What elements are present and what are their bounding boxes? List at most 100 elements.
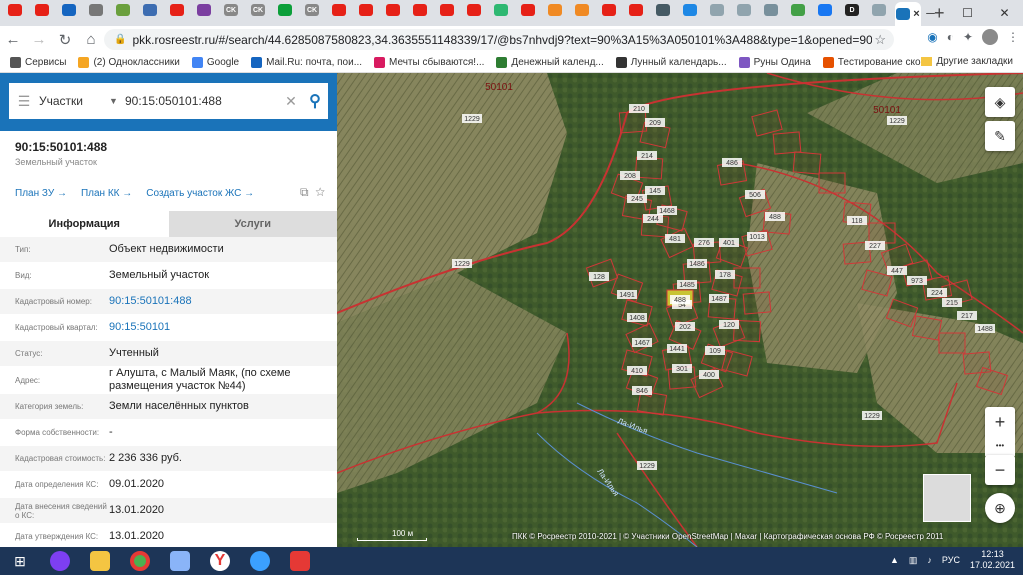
app-icon-yandex[interactable]: Y [200, 547, 240, 575]
parcel-outline[interactable] [792, 151, 822, 175]
menu-icon[interactable]: ⋮ [1007, 30, 1019, 44]
browser-tab[interactable] [355, 0, 377, 20]
extension-icon[interactable]: ◉ [927, 30, 937, 44]
plan-kk-link[interactable]: План КК → [81, 188, 132, 199]
bookmark-item[interactable]: Мечты сбываются!... [374, 57, 484, 68]
bookmark-item[interactable]: Mail.Ru: почта, пои... [251, 57, 362, 68]
app-icon-alice[interactable] [40, 547, 80, 575]
browser-tab[interactable] [706, 0, 728, 20]
app-icon-acrobat[interactable] [280, 547, 320, 575]
volume-icon[interactable]: ♪ [927, 555, 932, 565]
parcel-outline[interactable] [868, 222, 896, 244]
browser-tab[interactable] [328, 0, 350, 20]
browser-tab[interactable] [544, 0, 566, 20]
close-window-icon[interactable]: ✕ [986, 0, 1023, 26]
bookmark-item[interactable]: Google [191, 57, 239, 68]
bookmark-item[interactable]: Лунный календарь... [615, 57, 727, 68]
search-type-select[interactable]: Участки [39, 94, 109, 108]
browser-tab[interactable]: D [841, 0, 863, 20]
browser-tab[interactable] [274, 0, 296, 20]
tab-services[interactable]: Услуги [168, 211, 337, 237]
network-icon[interactable]: ▥ [909, 555, 918, 566]
browser-tab[interactable] [679, 0, 701, 20]
browser-tab[interactable]: CK [220, 0, 242, 20]
other-bookmarks[interactable]: Другие закладки [921, 56, 1013, 67]
browser-tab[interactable] [517, 0, 539, 20]
browser-tab[interactable] [571, 0, 593, 20]
browser-tab[interactable] [814, 0, 836, 20]
extension-icon[interactable]: ◐ [947, 30, 954, 44]
app-icon-explorer[interactable] [80, 547, 120, 575]
attribute-value[interactable]: 90:15:50101 [109, 321, 337, 334]
zoom-in-button[interactable]: + [985, 407, 1015, 437]
hamburger-icon[interactable]: ☰ [9, 93, 39, 110]
start-button[interactable]: ⊞ [0, 547, 40, 575]
browser-tab[interactable] [85, 0, 107, 20]
forward-icon[interactable]: → [26, 31, 52, 48]
layers-button[interactable]: ◈ [985, 87, 1015, 117]
url-bar[interactable]: 🔒 pkk.rosreestr.ru/#/search/44.628508758… [104, 29, 894, 50]
browser-tab[interactable] [58, 0, 80, 20]
browser-tab[interactable] [436, 0, 458, 20]
home-icon[interactable]: ⌂ [78, 31, 104, 48]
parcel-outline[interactable] [742, 291, 772, 315]
browser-tab[interactable] [193, 0, 215, 20]
zoom-to-icon[interactable]: ⧉ [300, 185, 309, 199]
parcel-outline[interactable] [733, 267, 761, 289]
browser-tab[interactable]: CK [247, 0, 269, 20]
browser-tab[interactable] [166, 0, 188, 20]
maximize-icon[interactable]: ☐ [949, 0, 986, 26]
puzzle-icon[interactable]: ✦ [963, 30, 973, 44]
back-icon[interactable]: ← [0, 31, 26, 48]
browser-tab[interactable] [733, 0, 755, 20]
plan-zu-link[interactable]: План ЗУ → [15, 188, 67, 199]
search-icon[interactable]: ⚲ [302, 91, 328, 111]
bookmark-item[interactable]: (2) Одноклассники [78, 57, 180, 68]
browser-tab[interactable] [868, 0, 890, 20]
bookmark-item[interactable]: Руны Одина [738, 57, 811, 68]
favorite-star-icon[interactable]: ☆ [315, 185, 325, 199]
locate-button[interactable]: ⊕ [985, 493, 1015, 523]
parcel-outline[interactable] [911, 315, 943, 341]
bookmark-item[interactable]: Денежный календ... [496, 57, 604, 68]
app-icon-browser[interactable] [240, 547, 280, 575]
browser-tab[interactable] [490, 0, 512, 20]
browser-tab[interactable] [760, 0, 782, 20]
browser-tab[interactable] [112, 0, 134, 20]
browser-tab[interactable] [652, 0, 674, 20]
browser-tab[interactable] [31, 0, 53, 20]
parcel-outline[interactable] [938, 332, 966, 354]
tab-information[interactable]: Информация [0, 211, 169, 237]
measure-button[interactable]: ✎ [985, 121, 1015, 151]
search-input[interactable]: 90:15:050101:488 [125, 94, 280, 108]
parcel-outline[interactable] [818, 172, 846, 194]
parcel-outline[interactable] [772, 131, 802, 155]
browser-tab[interactable] [598, 0, 620, 20]
more-button[interactable]: ••• [985, 434, 1015, 456]
browser-tab[interactable] [382, 0, 404, 20]
zoom-out-button[interactable]: − [985, 455, 1015, 485]
minimap-thumbnail[interactable] [923, 474, 971, 522]
profile-avatar[interactable] [982, 29, 998, 45]
chevron-down-icon[interactable]: ▼ [109, 96, 125, 106]
language-indicator[interactable]: РУС [942, 555, 960, 565]
bookmark-star-icon[interactable]: ☆ [874, 32, 886, 48]
bookmark-item[interactable]: Сервисы [10, 57, 66, 68]
browser-tab[interactable] [409, 0, 431, 20]
browser-tab[interactable] [463, 0, 485, 20]
browser-tab[interactable] [139, 0, 161, 20]
browser-tab[interactable]: CK [301, 0, 323, 20]
browser-tab[interactable] [625, 0, 647, 20]
reload-icon[interactable]: ↻ [52, 31, 78, 49]
clock[interactable]: 12:13 17.02.2021 [970, 549, 1015, 571]
map-view[interactable]: 50101 50101 1229 1229 1229 1229 1229 210 209 214 2… [337, 73, 1023, 547]
bookmark-item[interactable]: Тестирование ско... [822, 57, 929, 68]
tray-icon[interactable]: ▲ [890, 555, 899, 565]
clear-icon[interactable]: ✕ [280, 93, 302, 110]
minimize-icon[interactable]: ─ [912, 0, 949, 26]
attribute-value[interactable]: 90:15:50101:488 [109, 295, 337, 308]
app-icon-calculator[interactable] [160, 547, 200, 575]
app-icon-chrome[interactable] [120, 547, 160, 575]
create-parcel-link[interactable]: Создать участок ЖС → [146, 188, 254, 199]
browser-tab[interactable] [787, 0, 809, 20]
